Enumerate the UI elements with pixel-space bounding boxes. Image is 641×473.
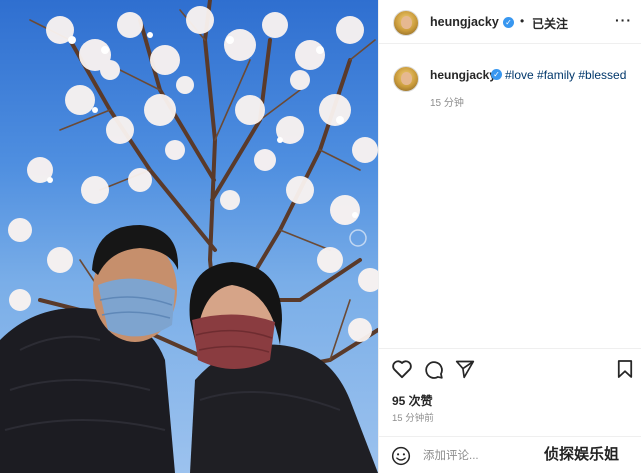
- post-photo[interactable]: [0, 0, 378, 473]
- comment-icon[interactable]: [423, 359, 444, 380]
- post-timestamp: 15 分钟前: [392, 413, 434, 424]
- caption-username[interactable]: heungjacky: [430, 68, 496, 82]
- emoji-icon[interactable]: [391, 446, 411, 466]
- separator-dot: •: [520, 14, 525, 28]
- photo-illustration: [0, 0, 378, 473]
- post-header: heungjacky ✓ • 已关注 ···: [379, 0, 641, 44]
- avatar[interactable]: [393, 10, 419, 36]
- action-bar: [379, 348, 641, 388]
- verified-icon: ✓: [503, 17, 514, 28]
- person-right: [189, 262, 378, 473]
- username-link[interactable]: heungjacky: [430, 15, 499, 29]
- caption-timestamp: 15 分钟: [430, 98, 464, 109]
- verified-icon: ✓: [491, 69, 502, 80]
- post-details-panel: heungjacky ✓ • 已关注 ··· heungjacky ✓ #lov…: [378, 0, 641, 473]
- heart-icon[interactable]: [391, 359, 413, 379]
- more-options-icon[interactable]: ···: [615, 12, 632, 28]
- comment-input[interactable]: [423, 448, 523, 464]
- caption-avatar[interactable]: [393, 66, 419, 92]
- comment-bar: 侦探娱乐姐: [379, 436, 641, 473]
- person-left: [0, 225, 179, 473]
- following-button[interactable]: 已关注: [532, 15, 568, 32]
- caption-hashtags[interactable]: #love #family #blessed: [505, 68, 626, 82]
- likes-count[interactable]: 95 次赞: [392, 392, 433, 409]
- bookmark-icon[interactable]: [617, 359, 633, 379]
- watermark: 侦探娱乐姐: [544, 446, 620, 463]
- share-icon[interactable]: [455, 359, 475, 379]
